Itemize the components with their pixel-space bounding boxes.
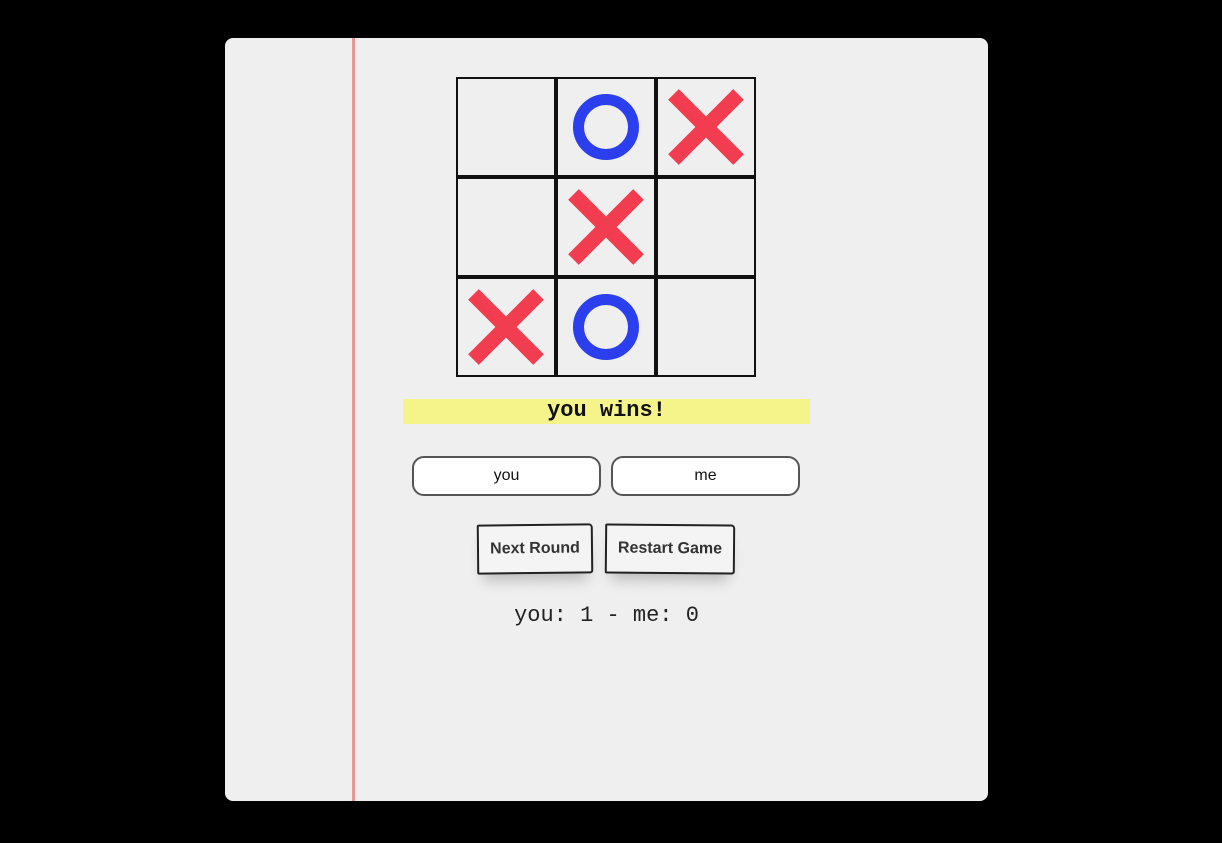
board-cell[interactable] [656, 277, 756, 377]
o-mark-icon [573, 94, 639, 160]
notebook-paper: you wins! Next Round Restart Game you: 1… [225, 38, 988, 801]
board-cell[interactable] [456, 177, 556, 277]
board-cell[interactable] [656, 177, 756, 277]
next-round-button[interactable]: Next Round [476, 523, 594, 575]
score-display: you: 1 - me: 0 [514, 603, 699, 628]
game-status-message: you wins! [403, 399, 810, 424]
board-cell[interactable] [656, 77, 756, 177]
player-one-name-input[interactable] [412, 456, 601, 496]
board-cell[interactable] [556, 77, 656, 177]
board-cell[interactable] [556, 177, 656, 277]
player-two-name-input[interactable] [611, 456, 800, 496]
board-cell[interactable] [556, 277, 656, 377]
restart-game-button[interactable]: Restart Game [604, 523, 736, 575]
x-mark-icon [570, 191, 642, 263]
o-mark-icon [573, 294, 639, 360]
board-cell[interactable] [456, 277, 556, 377]
game-board [456, 77, 757, 378]
x-mark-icon [670, 91, 742, 163]
x-mark-icon [470, 291, 542, 363]
board-cell[interactable] [456, 77, 556, 177]
paper-margin-line [352, 38, 355, 801]
